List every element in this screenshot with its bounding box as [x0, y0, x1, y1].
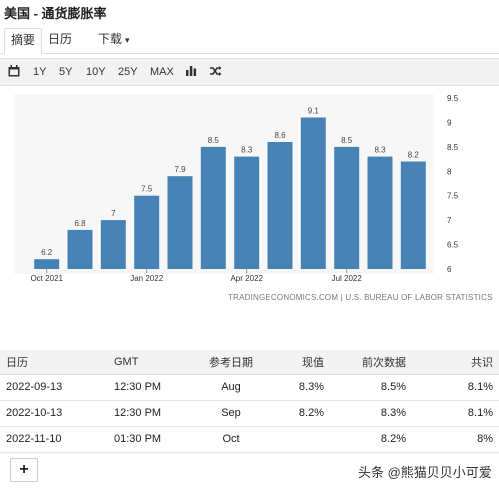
chart-bar[interactable] — [67, 229, 93, 269]
bar-data-label: 8.6 — [274, 131, 286, 140]
range-1y-button[interactable]: 1Y — [33, 65, 46, 79]
cell-reference: Oct — [196, 426, 266, 453]
cell-time: 01:30 PM — [108, 426, 196, 453]
range-25y-button[interactable]: 25Y — [118, 65, 138, 79]
cell-reference: Sep — [196, 400, 266, 427]
bar-data-label: 8.2 — [408, 151, 420, 160]
cell-time: 12:30 PM — [108, 400, 196, 427]
cell-time: 12:30 PM — [108, 374, 196, 401]
header-reference: 参考日期 — [196, 350, 266, 375]
chart-bar[interactable] — [300, 117, 326, 270]
chart-panel: 6.2 6.8 7 7.5 7.9 8.5 8.3 8.6 9.1 8.5 8.3 8.2 Oct 20… — [0, 86, 499, 308]
chart-bar[interactable] — [167, 176, 193, 269]
cell-previous: 8.2% — [330, 426, 412, 453]
cell-previous: 8.5% — [330, 374, 412, 401]
range-10y-button[interactable]: 10Y — [86, 65, 106, 79]
tab-bar: 摘要 日历 下载 ▾ — [0, 24, 499, 54]
chart-bar[interactable] — [200, 146, 226, 269]
y-tick-label: 7.5 — [447, 192, 459, 201]
table-row: 2022-10-13 12:30 PM Sep 8.2% 8.3% 8.1% — [0, 400, 499, 427]
calendar-icon[interactable] — [8, 65, 20, 81]
chart-bar[interactable] — [367, 156, 393, 269]
table-header-row: 日历 GMT 参考日期 现值 前次数据 共识 — [0, 350, 499, 375]
y-tick-label: 6 — [447, 265, 452, 274]
cell-actual: 8.2% — [266, 400, 330, 427]
header-gmt: GMT — [108, 350, 196, 375]
header-consensus: 共识 — [412, 350, 499, 375]
tab-download[interactable]: 下载 ▾ — [92, 28, 136, 54]
y-tick-label: 9 — [447, 118, 452, 127]
chart-bar[interactable] — [334, 146, 360, 269]
cell-previous: 8.3% — [330, 400, 412, 427]
chart-bar[interactable] — [34, 259, 60, 269]
tab-summary-label: 摘要 — [11, 33, 36, 47]
bar-data-label: 8.5 — [208, 136, 220, 145]
bar-data-label: 7 — [111, 209, 116, 218]
calendar-table: 日历 GMT 参考日期 现值 前次数据 共识 2022-09-13 12:30 … — [0, 350, 499, 453]
cell-consensus: 8% — [412, 426, 499, 453]
shuffle-icon[interactable] — [209, 65, 222, 81]
y-tick-label: 6.5 — [447, 241, 459, 250]
bar-data-label: 8.3 — [374, 146, 386, 155]
add-button[interactable]: + — [10, 458, 38, 482]
header-calendar: 日历 — [0, 350, 108, 375]
bar-data-label: 7.9 — [174, 165, 186, 174]
header-previous: 前次数据 — [330, 350, 412, 375]
page-title-bar: 美国 - 通货膨胀率 — [0, 0, 499, 22]
bar-data-label: 6.2 — [41, 248, 53, 257]
page-title: 美国 - 通货膨胀率 — [4, 6, 107, 21]
range-5y-button[interactable]: 5Y — [59, 65, 72, 79]
tab-download-label: 下载 — [98, 32, 123, 46]
cell-date: 2022-10-13 — [0, 400, 108, 427]
bar-chart-icon[interactable] — [185, 65, 197, 81]
y-tick-label: 8.5 — [447, 143, 459, 152]
cell-reference: Aug — [196, 374, 266, 401]
chart-source: TRADINGECONOMICS.COM | U.S. BUREAU OF LA… — [228, 293, 493, 302]
tab-calendar[interactable]: 日历 — [42, 28, 78, 54]
table-row: 2022-11-10 01:30 PM Oct 8.2% 8% — [0, 426, 499, 453]
y-tick-label: 7 — [447, 216, 452, 225]
cell-consensus: 8.1% — [412, 400, 499, 427]
y-tick-label: 8 — [447, 167, 452, 176]
bar-data-label: 8.3 — [241, 146, 253, 155]
watermark-text: 头条 @熊猫贝贝小可爱 — [358, 465, 492, 480]
caret-down-icon: ▾ — [125, 35, 130, 45]
x-tick-label: Apr 2022 — [230, 274, 263, 283]
inflation-bar-chart: 6.2 6.8 7 7.5 7.9 8.5 8.3 8.6 9.1 8.5 8.3 8.2 Oct 20… — [30, 94, 459, 283]
cell-actual: 8.3% — [266, 374, 330, 401]
cell-date: 2022-09-13 — [0, 374, 108, 401]
x-tick-label: Oct 2021 — [30, 274, 63, 283]
tab-summary[interactable]: 摘要 — [4, 28, 43, 54]
cell-date: 2022-11-10 — [0, 426, 108, 453]
bar-data-label: 8.5 — [341, 136, 353, 145]
cell-consensus: 8.1% — [412, 374, 499, 401]
chart-bar[interactable] — [100, 220, 126, 269]
tab-calendar-label: 日历 — [48, 32, 73, 46]
chart-bar[interactable] — [267, 142, 293, 269]
chart-bar[interactable] — [134, 195, 160, 269]
range-max-button[interactable]: MAX — [150, 65, 174, 79]
cell-actual — [266, 426, 330, 453]
x-tick-label: Jan 2022 — [130, 274, 163, 283]
y-tick-label: 9.5 — [447, 94, 459, 103]
bar-data-label: 9.1 — [308, 107, 320, 116]
bar-data-label: 6.8 — [74, 219, 86, 228]
x-tick-label: Jul 2022 — [332, 274, 363, 283]
chart-bar[interactable] — [234, 156, 260, 269]
chart-bar[interactable] — [400, 161, 426, 270]
chart-toolbar: 1Y 5Y 10Y 25Y MAX — [0, 58, 499, 86]
header-actual: 现值 — [266, 350, 330, 375]
table-row: 2022-09-13 12:30 PM Aug 8.3% 8.5% 8.1% — [0, 374, 499, 401]
bar-data-label: 7.5 — [141, 185, 153, 194]
